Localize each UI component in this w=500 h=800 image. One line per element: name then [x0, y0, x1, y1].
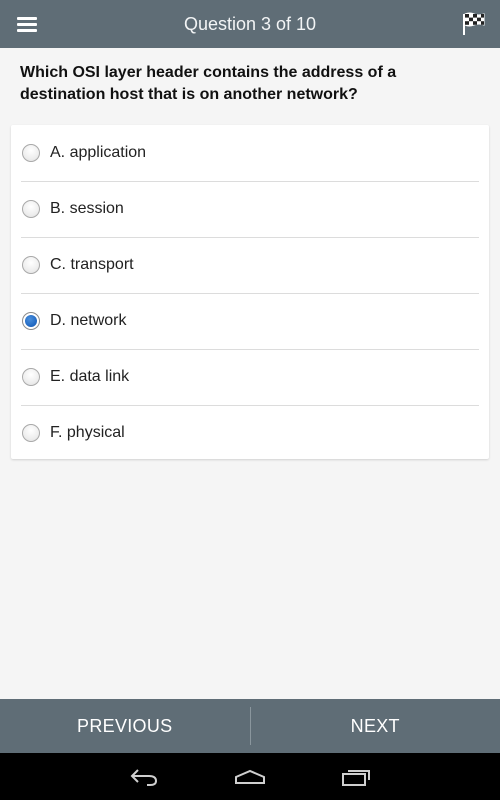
option-label: D. network — [50, 312, 127, 329]
option-label: C. transport — [50, 256, 134, 273]
option-a[interactable]: A. application — [11, 125, 489, 181]
system-navigation-bar — [0, 753, 500, 800]
option-c[interactable]: C. transport — [11, 237, 489, 293]
option-e[interactable]: E. data link — [11, 349, 489, 405]
radio-button[interactable] — [22, 368, 40, 386]
home-button[interactable] — [230, 763, 270, 791]
option-label: F. physical — [50, 424, 125, 441]
checkered-flag-icon — [463, 12, 485, 35]
radio-button[interactable] — [22, 200, 40, 218]
option-label: A. application — [50, 144, 147, 161]
back-icon — [130, 769, 158, 786]
next-button[interactable]: NEXT — [251, 699, 500, 753]
radio-button[interactable] — [22, 256, 40, 274]
radio-button[interactable] — [22, 312, 40, 330]
option-label: E. data link — [50, 368, 130, 385]
option-f[interactable]: F. physical — [11, 405, 489, 461]
top-app-bar: Question 3 of 10 — [0, 0, 500, 48]
question-navigation: PREVIOUS NEXT — [0, 699, 500, 753]
recent-apps-button[interactable] — [336, 763, 376, 791]
radio-button[interactable] — [22, 424, 40, 442]
previous-button[interactable]: PREVIOUS — [0, 699, 250, 753]
question-counter: Question 3 of 10 — [183, 14, 317, 34]
option-d[interactable]: D. network — [11, 293, 489, 349]
option-label: B. session — [50, 200, 124, 217]
back-button[interactable] — [124, 763, 164, 791]
recent-apps-icon — [342, 770, 370, 786]
finish-quiz-button[interactable] — [458, 9, 490, 39]
question-text: Which OSI layer header contains the addr… — [20, 64, 397, 103]
radio-button[interactable] — [22, 144, 40, 162]
home-icon — [235, 769, 265, 784]
answer-options-card: A. application B. session C. transport D… — [11, 125, 489, 459]
option-b[interactable]: B. session — [11, 181, 489, 237]
